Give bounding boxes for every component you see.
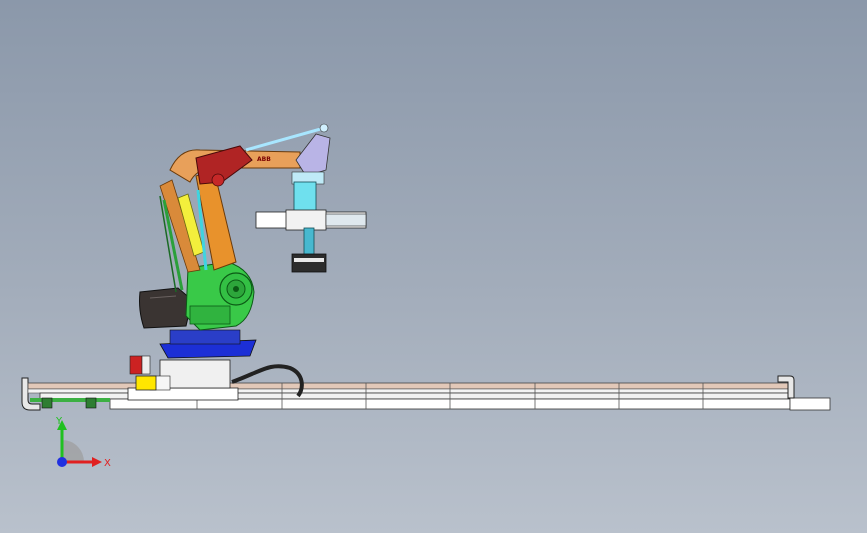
robot-base[interactable] <box>159 329 257 359</box>
robot-wrist[interactable] <box>291 133 331 185</box>
triad-x-arrowhead <box>92 457 102 467</box>
cad-viewport[interactable]: ABB Y X <box>0 0 867 533</box>
gripper[interactable] <box>255 181 367 273</box>
palletizing-robot-assembly[interactable]: ABB <box>0 0 867 533</box>
counterweight[interactable] <box>139 287 193 329</box>
robot-axis1-housing[interactable] <box>185 261 255 331</box>
triad-z-axis <box>57 457 67 467</box>
coordinate-triad: Y X <box>55 416 111 469</box>
abb-logo: ABB <box>257 156 271 163</box>
triad-y-label: Y <box>55 416 63 427</box>
triad-x-label: X <box>104 458 111 469</box>
